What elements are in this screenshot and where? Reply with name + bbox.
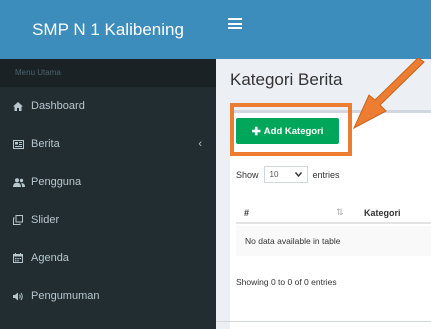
sidebar-item-label: Berita: [31, 138, 60, 150]
sidebar-item-label: Pengguna: [31, 176, 82, 188]
empty-table-message: No data available in table: [245, 236, 341, 246]
brand-name: SMP N 1 Kalibening: [32, 19, 184, 39]
page-title: Kategori Berita: [230, 70, 343, 89]
length-suffix: entries: [312, 169, 340, 180]
users-icon: [13, 177, 31, 187]
sidebar-item-pengguna[interactable]: Pengguna: [0, 163, 216, 201]
sidebar-item-pengumuman[interactable]: Pengumuman: [0, 277, 216, 315]
column-header-number[interactable]: #: [244, 208, 249, 218]
add-kategori-label: Add Kategori: [263, 125, 324, 137]
column-header-kategori[interactable]: Kategori: [364, 208, 401, 218]
sidebar-header: Menu Utama: [0, 59, 216, 87]
sidebar: Menu Utama Dashboard Berita ‹ Pengguna S…: [0, 59, 216, 329]
divider: [216, 321, 431, 322]
table-row: No data available in table: [236, 226, 431, 256]
newspaper-icon: [13, 139, 31, 149]
sidebar-item-agenda[interactable]: Agenda: [0, 239, 216, 277]
plus-icon: ✚: [251, 125, 261, 138]
table-header-row: # ⇅ Kategori: [236, 200, 431, 224]
home-icon: [13, 101, 31, 111]
chevron-left-icon: ‹: [198, 138, 202, 150]
sidebar-item-label: Agenda: [31, 252, 69, 264]
sidebar-item-label: Slider: [31, 214, 60, 226]
table-info: Showing 0 to 0 of 0 entries: [236, 277, 337, 287]
add-kategori-button[interactable]: ✚ Add Kategori: [236, 118, 339, 144]
clone-icon: [13, 215, 31, 225]
menu-toggle-icon[interactable]: [228, 18, 242, 29]
length-select[interactable]: 10: [263, 166, 308, 183]
sidebar-item-slider[interactable]: Slider: [0, 201, 216, 239]
chevron-down-icon: [294, 170, 302, 179]
top-navbar: [216, 0, 431, 59]
length-prefix: Show: [236, 169, 259, 180]
length-value: 10: [269, 170, 279, 179]
sidebar-item-berita[interactable]: Berita ‹: [0, 125, 216, 163]
volume-icon: [13, 292, 31, 301]
brand-logo[interactable]: SMP N 1 Kalibening: [0, 0, 216, 59]
sidebar-item-label: Dashboard: [31, 100, 85, 112]
sidebar-item-dashboard[interactable]: Dashboard: [0, 87, 216, 125]
annotation-arrow-icon: [352, 58, 425, 130]
entries-length-control: Show 10 entries: [236, 166, 340, 183]
calendar-icon: [13, 253, 31, 263]
sidebar-item-label: Pengumuman: [31, 290, 100, 302]
sort-icon[interactable]: ⇅: [336, 207, 344, 218]
